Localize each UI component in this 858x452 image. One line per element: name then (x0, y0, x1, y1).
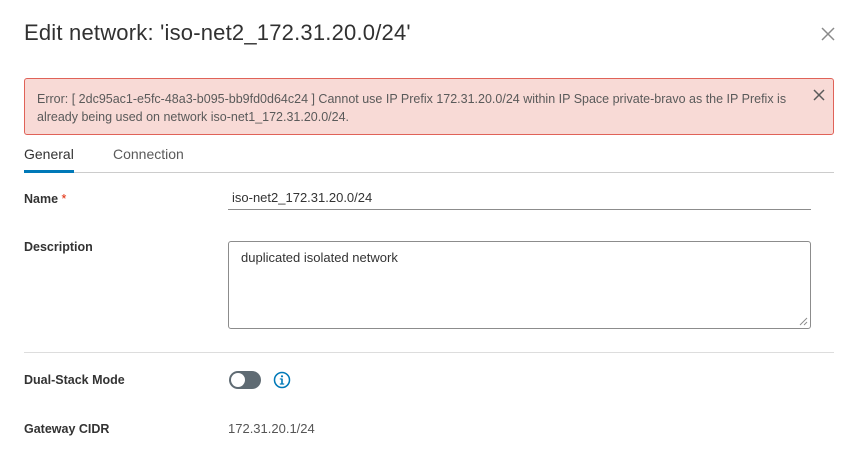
error-alert-message: Error: [ 2dc95ac1-e5fc-48a3-b095-bb9fd0d… (37, 92, 787, 124)
toggle-knob (231, 373, 245, 387)
resize-handle-icon[interactable] (798, 316, 808, 326)
gateway-cidr-value: 172.31.20.1/24 (228, 421, 315, 436)
description-label: Description (24, 240, 93, 254)
required-mark: * (61, 192, 67, 206)
description-textarea[interactable]: duplicated isolated network (228, 241, 811, 329)
name-input[interactable]: iso-net2_172.31.20.0/24 (228, 188, 811, 210)
info-icon[interactable] (273, 371, 291, 389)
gateway-cidr-label: Gateway CIDR (24, 422, 110, 436)
section-divider (24, 352, 834, 353)
alert-close-icon[interactable] (812, 88, 826, 102)
tab-connection[interactable]: Connection (113, 146, 184, 170)
description-value: duplicated isolated network (241, 250, 398, 265)
dual-stack-toggle[interactable] (229, 371, 261, 389)
name-label: Name * (24, 192, 66, 206)
tab-general[interactable]: General (24, 146, 74, 173)
close-icon[interactable] (819, 25, 837, 43)
name-label-text: Name (24, 192, 59, 206)
dual-stack-label: Dual-Stack Mode (24, 373, 125, 387)
tab-bar: General Connection (24, 140, 834, 173)
dialog-title: Edit network: 'iso-net2_172.31.20.0/24' (24, 20, 411, 45)
error-alert: Error: [ 2dc95ac1-e5fc-48a3-b095-bb9fd0d… (24, 78, 834, 135)
